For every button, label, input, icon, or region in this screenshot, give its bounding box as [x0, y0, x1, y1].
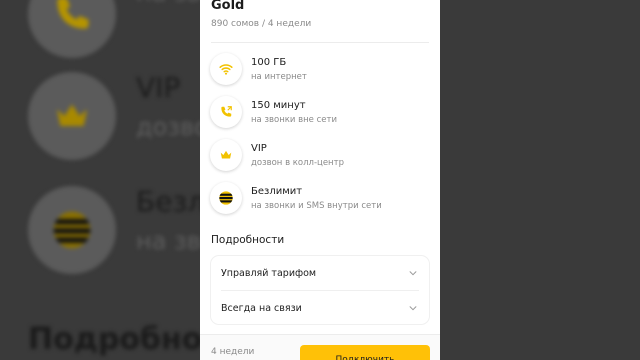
feature-title: VIP — [251, 142, 267, 154]
beeline-logo-icon — [210, 182, 242, 214]
feature-subtitle: на интернет — [251, 71, 307, 82]
feature-item-minutes: 150 минут на звонки вне сети — [210, 96, 337, 128]
feature-title: Безлимит — [251, 185, 303, 197]
feature-item-internet: 100 ГБ на интернет — [210, 53, 307, 85]
accordion-label: Всегда на связи — [221, 302, 302, 314]
wifi-icon — [210, 53, 242, 85]
details-section-title: Подробности — [211, 234, 285, 246]
feature-title: 100 ГБ — [251, 56, 287, 68]
accordion-label: Управляй тарифом — [221, 267, 317, 279]
feature-title: 150 минут — [251, 99, 306, 111]
chevron-down-icon — [407, 267, 419, 279]
crown-icon — [210, 139, 242, 171]
plan-sheet: Gold 890 сомов / 4 недели 100 ГБ на инте… — [200, 0, 440, 360]
accordion-manage-plan[interactable]: Управляй тарифом — [221, 256, 419, 290]
feature-subtitle: дозвон в колл-центр — [251, 157, 344, 168]
plan-price: 890 сомов / 4 недели — [211, 19, 312, 29]
feature-item-unlimited: Безлимит на звонки и SMS внутри сети — [210, 182, 382, 214]
phone-icon — [210, 96, 242, 128]
plan-name: Gold — [211, 0, 245, 13]
divider — [211, 42, 429, 43]
accordion-always-connected[interactable]: Всегда на связи — [221, 290, 419, 325]
connect-button[interactable]: Подключить — [300, 345, 430, 360]
details-card: Управляй тарифом Всегда на связи — [211, 256, 429, 324]
chevron-down-icon — [407, 302, 419, 314]
feature-item-vip: VIP дозвон в колл-центр — [210, 139, 344, 171]
sheet-footer: 4 недели Подключить — [200, 334, 440, 360]
feature-subtitle: на звонки и SMS внутри сети — [251, 200, 382, 211]
feature-subtitle: на звонки вне сети — [251, 114, 337, 125]
plan-period: 4 недели — [211, 347, 255, 357]
